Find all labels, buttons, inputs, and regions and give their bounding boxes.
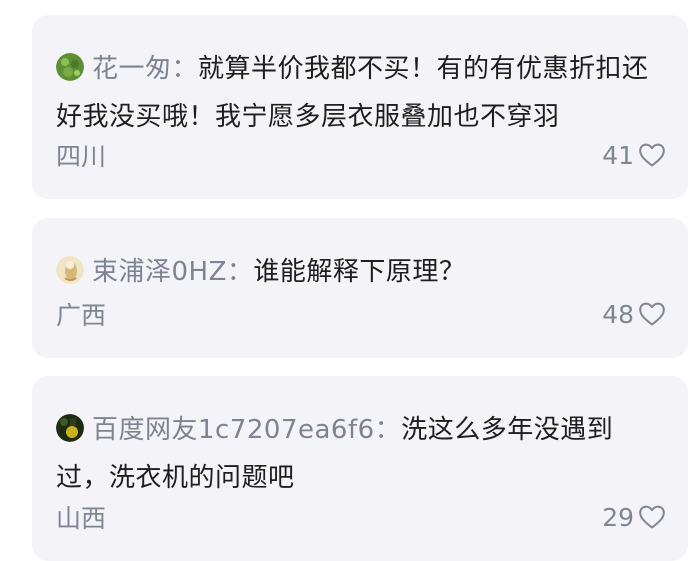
like-count: 29 — [602, 502, 634, 532]
comment-card[interactable]: 束浦泽0HZ：谁能解释下原理？ 广西 48 — [32, 218, 688, 358]
comment-username[interactable]: 束浦泽0HZ — [92, 257, 227, 287]
comment-body: 花一匆：就算半价我都不买！有的有优惠折扣还好我没买哦！我宁愿多层衣服叠加也不穿羽 — [56, 45, 664, 141]
like-count: 41 — [602, 140, 634, 170]
comment-location: 广西 — [56, 301, 107, 330]
username-separator: ： — [171, 54, 199, 84]
comment-footer: 广西 48 — [56, 298, 666, 330]
heart-outline-icon — [639, 302, 665, 326]
like-count: 48 — [602, 299, 634, 329]
comment-footer: 四川 41 — [56, 139, 666, 171]
avatar[interactable] — [56, 414, 84, 442]
avatar[interactable] — [56, 53, 84, 81]
comment-list: 花一匆：就算半价我都不买！有的有优惠折扣还好我没买哦！我宁愿多层衣服叠加也不穿羽… — [0, 0, 692, 561]
heart-outline-icon — [639, 143, 665, 167]
like-button[interactable]: 41 — [602, 141, 666, 170]
comment-footer: 山西 29 — [56, 501, 666, 533]
heart-outline-icon — [639, 505, 665, 529]
comment-location: 山西 — [56, 504, 107, 533]
comment-text: 谁能解释下原理？ — [253, 257, 466, 287]
avatar[interactable] — [56, 256, 84, 284]
comment-location: 四川 — [56, 142, 107, 171]
username-separator: ： — [374, 415, 402, 445]
comment-username[interactable]: 花一匆 — [92, 54, 172, 84]
comment-username[interactable]: 百度网友1c7207ea6f6 — [92, 415, 375, 445]
comment-body: 百度网友1c7207ea6f6：洗这么多年没遇到过，洗衣机的问题吧 — [56, 406, 664, 502]
text-truncation-fade — [594, 93, 664, 141]
like-button[interactable]: 48 — [602, 300, 666, 329]
username-separator: ： — [226, 257, 254, 287]
comment-body: 束浦泽0HZ：谁能解释下原理？ — [56, 248, 664, 296]
like-button[interactable]: 29 — [602, 503, 666, 532]
comment-card[interactable]: 百度网友1c7207ea6f6：洗这么多年没遇到过，洗衣机的问题吧 山西 29 — [32, 376, 688, 561]
comment-card[interactable]: 花一匆：就算半价我都不买！有的有优惠折扣还好我没买哦！我宁愿多层衣服叠加也不穿羽… — [32, 15, 688, 199]
